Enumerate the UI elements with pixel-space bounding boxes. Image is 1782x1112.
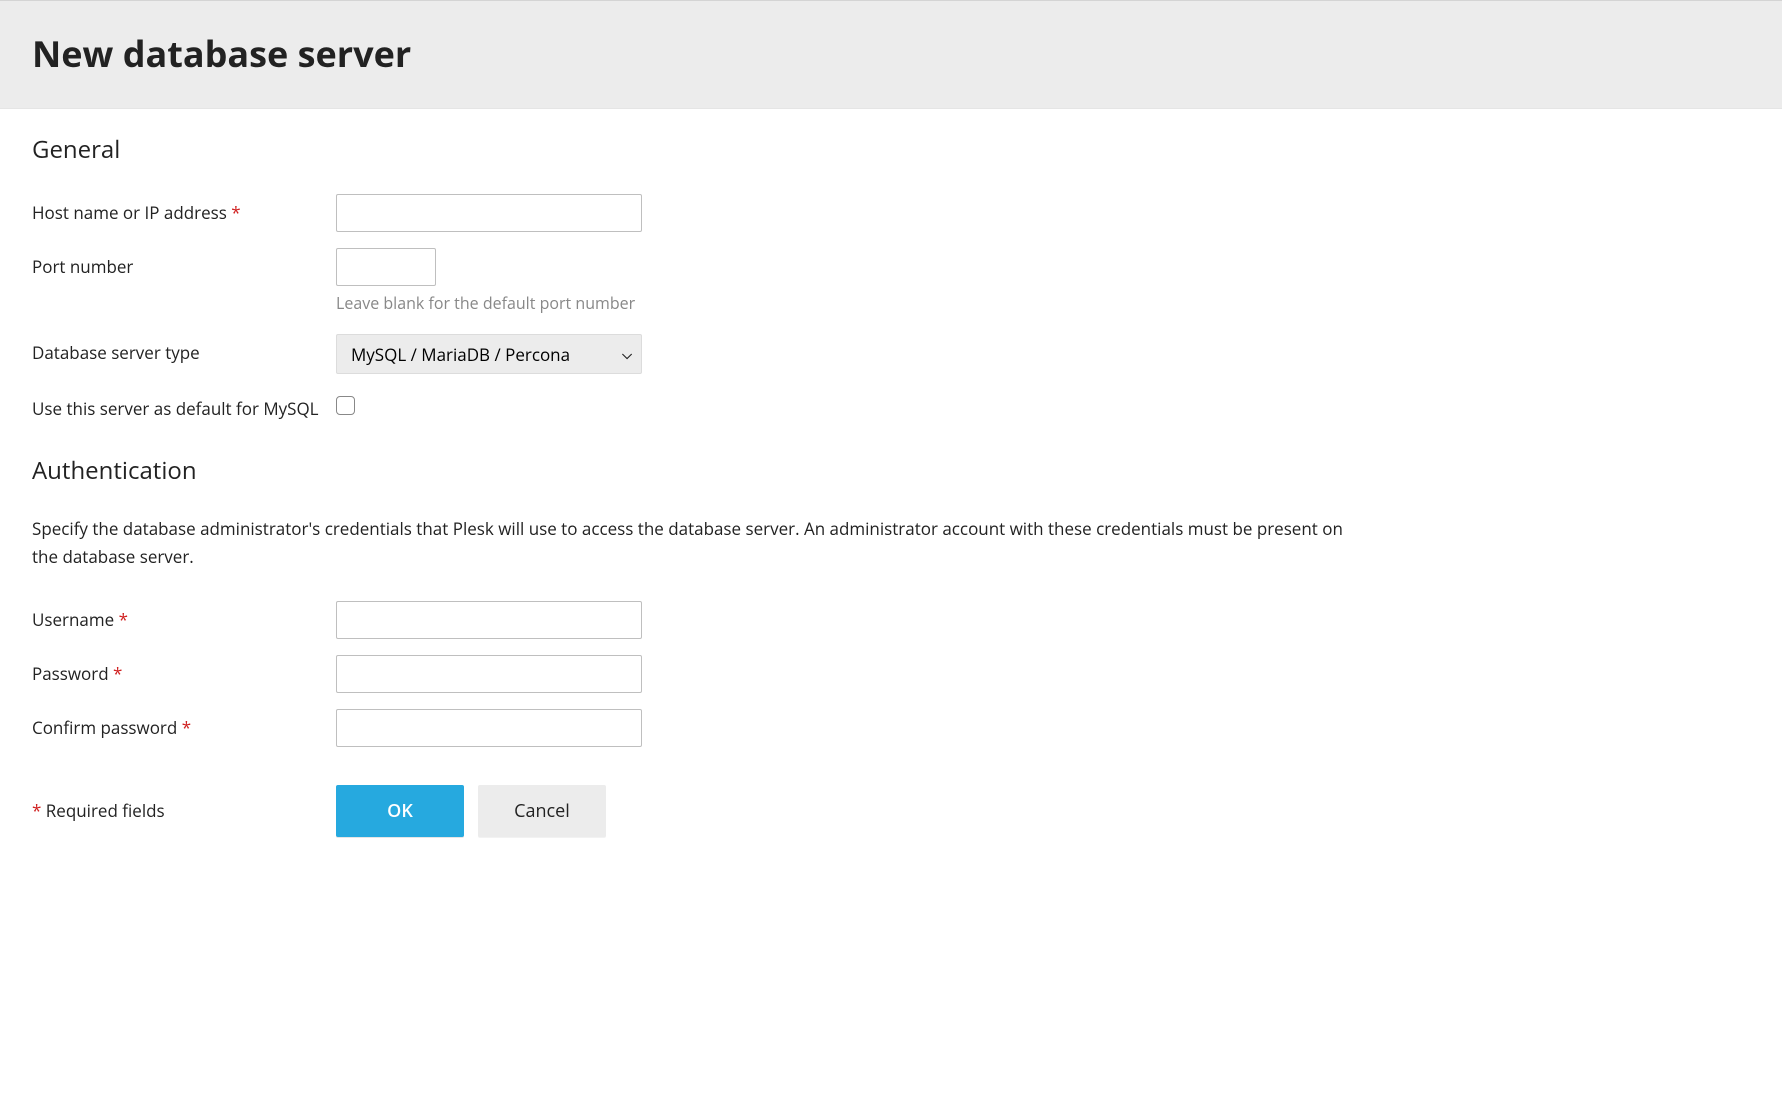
required-star: * [113, 662, 122, 685]
form-row-password: Password * [32, 655, 1750, 693]
label-port: Port number [32, 248, 336, 280]
hostname-input[interactable] [336, 194, 642, 232]
required-fields-note: * Required fields [32, 799, 336, 822]
form-row-username: Username * [32, 601, 1750, 639]
port-input[interactable] [336, 248, 436, 286]
required-star: * [119, 608, 128, 631]
form-row-server-type: Database server type MySQL / MariaDB / P… [32, 334, 1750, 374]
label-server-type: Database server type [32, 334, 336, 366]
server-type-select[interactable]: MySQL / MariaDB / Percona [336, 334, 642, 374]
page-content: ‹ General Host name or IP address * Port… [0, 109, 1782, 877]
form-row-confirm-password: Confirm password * [32, 709, 1750, 747]
username-input[interactable] [336, 601, 642, 639]
required-star: * [231, 201, 240, 224]
page-header: New database server [0, 0, 1782, 109]
password-input[interactable] [336, 655, 642, 693]
form-row-port: Port number [32, 248, 1750, 286]
required-star: * [182, 716, 191, 739]
hint-row-port: Leave blank for the default port number [32, 288, 1750, 314]
actions-row: * Required fields OK Cancel [32, 785, 1750, 837]
page-title: New database server [32, 29, 1750, 78]
label-password: Password * [32, 655, 336, 687]
default-mysql-checkbox[interactable] [336, 396, 355, 415]
section-title-general: General [32, 133, 1750, 166]
cancel-button[interactable]: Cancel [478, 785, 606, 837]
ok-button[interactable]: OK [336, 785, 464, 837]
section-title-auth: Authentication [32, 454, 1750, 487]
form-row-default-mysql: Use this server as default for MySQL [32, 390, 1750, 422]
confirm-password-input[interactable] [336, 709, 642, 747]
label-hostname: Host name or IP address * [32, 194, 336, 226]
port-hint: Leave blank for the default port number [336, 288, 635, 314]
label-default-mysql: Use this server as default for MySQL [32, 390, 336, 422]
label-username: Username * [32, 601, 336, 633]
label-confirm-password: Confirm password * [32, 709, 336, 741]
form-row-hostname: Host name or IP address * [32, 194, 1750, 232]
auth-description: Specify the database administrator's cre… [32, 515, 1372, 571]
